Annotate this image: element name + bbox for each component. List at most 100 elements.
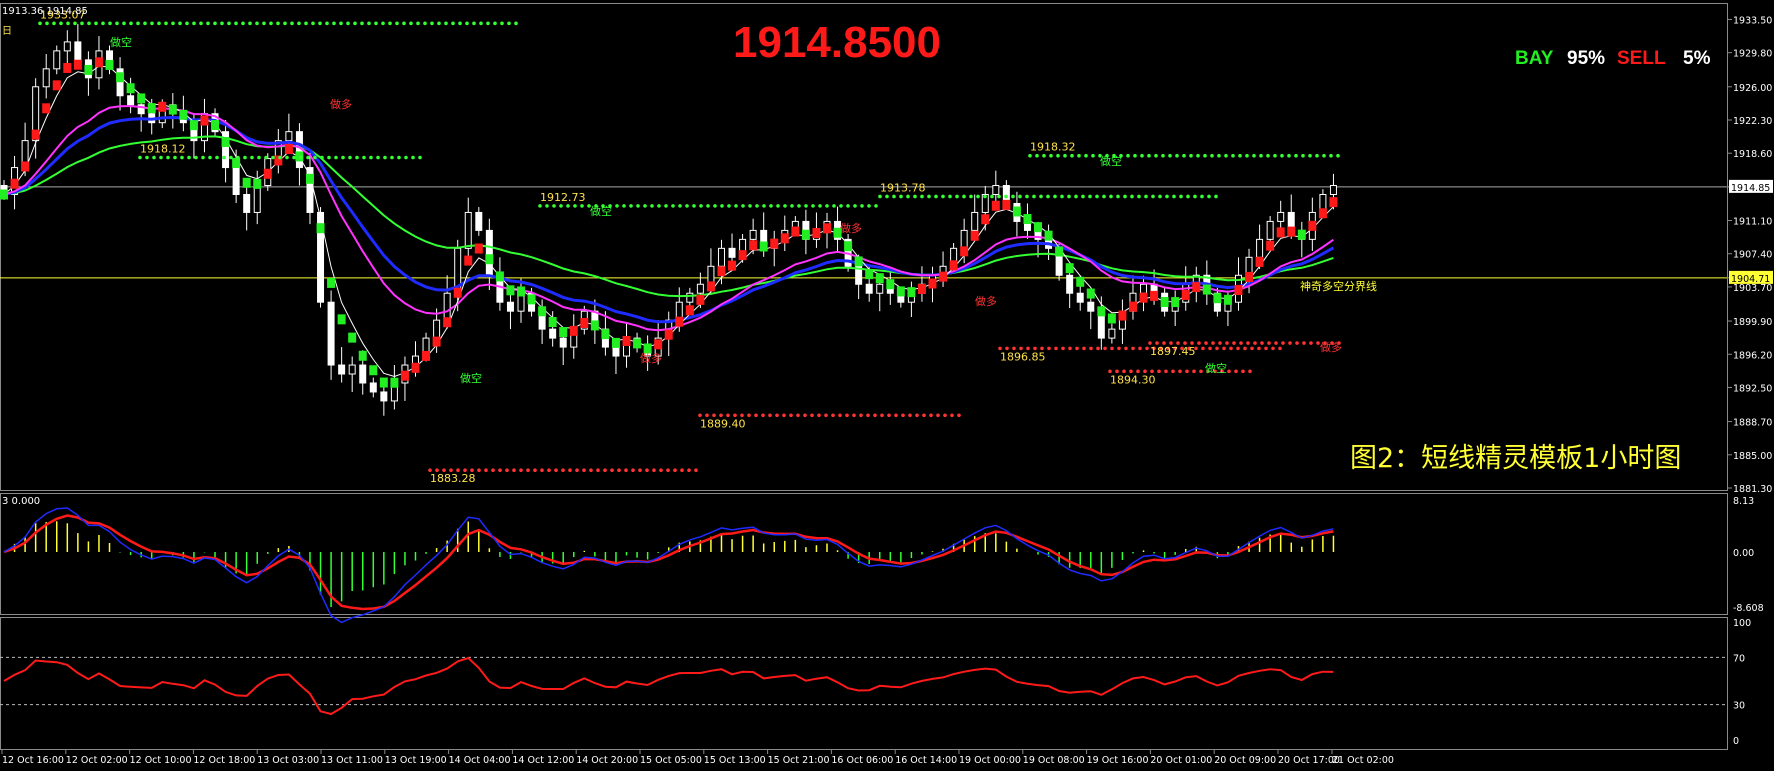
level-dot	[892, 194, 896, 199]
level-dot	[297, 21, 301, 26]
trend-band-block	[126, 83, 135, 94]
level-dot	[1091, 153, 1095, 158]
trend-band-block	[348, 332, 357, 343]
level-dot	[1273, 153, 1277, 158]
level-dot	[1077, 153, 1081, 158]
level-dot	[213, 21, 217, 26]
trend-band-block	[1002, 199, 1011, 210]
level-dot	[659, 468, 663, 473]
level-dot	[493, 21, 497, 26]
level-dot	[229, 155, 233, 160]
level-dot	[1144, 194, 1148, 199]
level-dot	[1189, 153, 1193, 158]
level-dot	[573, 204, 577, 208]
level-dot	[143, 21, 147, 26]
trend-band-block	[706, 281, 715, 292]
level-dot	[173, 155, 177, 160]
level-dot	[416, 21, 420, 26]
candle-body	[232, 167, 240, 195]
trend-band-block	[21, 161, 30, 172]
candle-body	[464, 211, 472, 249]
trend-band-block	[1297, 229, 1306, 240]
level-dot	[638, 468, 642, 473]
level-dot	[1257, 346, 1261, 351]
level-dot	[222, 155, 226, 160]
x-tick-label: 14 Oct 20:00	[576, 755, 638, 766]
level-dot	[811, 204, 815, 208]
candle-body	[285, 131, 293, 142]
trend-band-block	[685, 305, 694, 316]
trend-band-block	[559, 327, 568, 338]
trend-band-block	[158, 101, 167, 112]
trend-band-block	[928, 278, 937, 289]
level-dot	[332, 21, 336, 26]
level-dot	[278, 155, 282, 160]
level-dot	[990, 194, 994, 199]
level-dot	[754, 413, 758, 418]
level-dot	[1054, 346, 1058, 351]
trend-band-block	[1308, 220, 1317, 231]
trend-band-block	[474, 243, 483, 254]
x-tick-label: 13 Oct 03:00	[257, 755, 319, 766]
price-axis: 1933.50 1929.80 1926.00 1922.30 1918.60 1914.…	[1727, 15, 1773, 495]
trend-band-block	[211, 120, 220, 131]
level-dot	[1260, 341, 1264, 345]
level-dot	[1089, 346, 1093, 351]
level-dot	[1096, 346, 1100, 351]
level-dot	[969, 194, 973, 199]
level-dot	[1274, 341, 1278, 345]
level-dot	[1271, 346, 1275, 351]
level-dot	[538, 204, 542, 208]
rsi-tick-label: 100	[1733, 618, 1751, 629]
candle-body	[549, 328, 557, 339]
level-dot	[1131, 346, 1135, 351]
level-dot	[769, 204, 773, 208]
level-dot	[610, 468, 614, 473]
ohlc-readout: 1913.36 1914.85	[2, 6, 88, 17]
x-tick-label: 20 Oct 01:00	[1150, 755, 1212, 766]
level-dot	[500, 21, 504, 26]
trend-band-block	[1044, 230, 1053, 241]
level-dot	[477, 468, 481, 473]
trend-band-block	[390, 377, 399, 388]
level-dot	[804, 204, 808, 208]
trend-band-block	[327, 277, 336, 288]
trend-band-block	[1034, 222, 1043, 233]
trend-band-block	[0, 189, 8, 200]
level-dot	[678, 204, 682, 208]
level-dot	[1172, 194, 1176, 199]
trend-band-block	[1128, 301, 1137, 312]
level-dot	[983, 194, 987, 199]
level-dot	[789, 413, 793, 418]
level-dot	[817, 413, 821, 418]
level-dot	[734, 204, 738, 208]
y-tick-label: 1896.20	[1733, 350, 1772, 361]
level-dot	[575, 468, 579, 473]
level-dot	[762, 204, 766, 208]
x-tick-label: 13 Oct 19:00	[385, 755, 447, 766]
trend-band-block	[1171, 297, 1180, 308]
trend-band-block	[52, 80, 61, 91]
chart-canvas[interactable]: 1933.071918.121912.731913.781918.321896.…	[0, 0, 1774, 771]
trend-band-block	[316, 223, 325, 234]
trend-band-block	[31, 129, 40, 140]
level-dot	[243, 155, 247, 160]
level-dot	[582, 468, 586, 473]
level-dot	[1238, 153, 1242, 158]
level-dot	[411, 155, 415, 160]
trend-band-block	[749, 240, 758, 251]
trend-band-block	[189, 120, 198, 131]
level-dot	[1329, 153, 1333, 158]
level-dot	[1224, 153, 1228, 158]
trend-band-block	[116, 72, 125, 83]
level-dot	[1236, 346, 1240, 351]
level-dot	[334, 155, 338, 160]
rsi-tick-label: 70	[1733, 653, 1745, 664]
level-dot	[1175, 153, 1179, 158]
trend-band-block	[73, 59, 82, 70]
level-dot	[859, 413, 863, 418]
level-dot	[1158, 194, 1162, 199]
trend-band-block	[1065, 263, 1074, 274]
divider-label: 神奇多空分界线	[1300, 279, 1377, 293]
level-dot	[1103, 346, 1107, 351]
